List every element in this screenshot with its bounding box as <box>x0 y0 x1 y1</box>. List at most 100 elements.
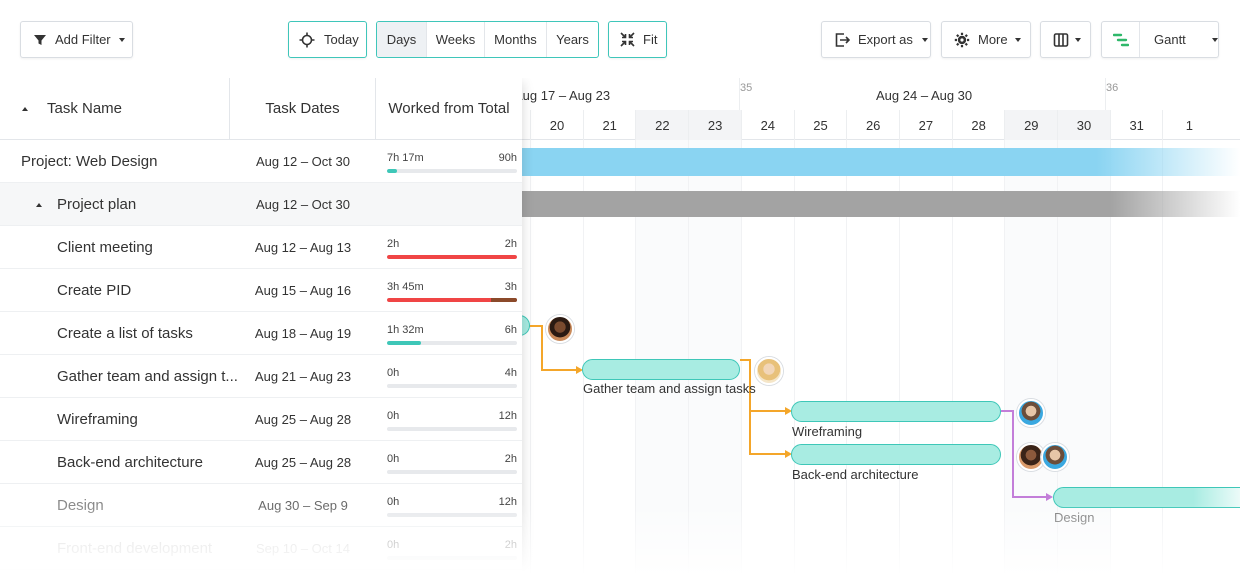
worked-value: 3h 45m <box>387 281 424 293</box>
avatar[interactable] <box>1017 399 1045 427</box>
table-row[interactable]: Create a list of tasks Aug 18 – Aug 19 1h … <box>0 312 522 355</box>
worked-value: 0h <box>387 539 400 551</box>
progress-track <box>387 384 517 388</box>
table-row[interactable]: Gather team and assign t... Aug 21 – Aug … <box>0 355 522 398</box>
worked-progress: 3h 45m 3h <box>387 281 517 303</box>
chevron-down-icon <box>1014 37 1021 42</box>
task-name-header[interactable]: Task Name <box>0 78 230 140</box>
task-dates: Aug 18 – Aug 19 <box>254 326 352 341</box>
avatar[interactable] <box>755 357 783 385</box>
task-name-header-label: Task Name <box>47 100 123 117</box>
progress-track <box>387 470 517 474</box>
worked-progress: 0h 2h <box>387 453 517 475</box>
chevron-down-icon <box>1075 37 1081 42</box>
task-bar-gather-team[interactable] <box>582 359 740 380</box>
worked-value: 0h <box>387 410 400 422</box>
timeline: Aug 17 – Aug 23 35 Aug 24 – Aug 30 36 20… <box>506 78 1240 573</box>
fit-button[interactable]: Fit <box>608 21 667 58</box>
filter-icon <box>33 33 47 47</box>
task-name: Create PID <box>57 282 132 299</box>
task-bar-label: Design <box>1054 510 1095 525</box>
total-value: 90h <box>498 152 517 164</box>
chevron-down-icon <box>1211 37 1218 42</box>
progress-track <box>387 255 517 259</box>
worked-progress: 0h 12h <box>387 410 517 432</box>
table-row[interactable]: Design Aug 30 – Sep 9 0h 12h <box>0 484 522 527</box>
scale-days-label: Days <box>386 32 417 47</box>
add-filter-button[interactable]: Add Filter <box>20 21 133 58</box>
view-switcher-button[interactable]: Gantt <box>1101 21 1219 58</box>
table-row[interactable]: Project: Web Design Aug 12 – Oct 30 7h 17m… <box>0 140 522 183</box>
worked-value: 0h <box>387 496 400 508</box>
task-name: Gather team and assign t... <box>57 368 238 385</box>
table-row[interactable]: Project plan Aug 12 – Oct 30 <box>0 183 522 226</box>
task-dates-header[interactable]: Task Dates <box>230 78 376 140</box>
scale-weeks-label: Weeks <box>435 32 476 47</box>
worked-progress: 0h 4h <box>387 367 517 389</box>
scale-years-button[interactable]: Years <box>546 22 598 57</box>
task-bar-wireframing[interactable] <box>791 401 1001 422</box>
collapse-icon[interactable] <box>36 203 42 207</box>
export-label: Export as <box>858 32 913 47</box>
progress-fill <box>387 169 398 173</box>
export-button[interactable]: Export as <box>821 21 931 58</box>
table-row[interactable]: Front-end development Sep 10 – Oct 14 0h 2h <box>0 527 522 570</box>
total-value: 3h <box>504 281 517 293</box>
view-label: Gantt <box>1154 32 1186 47</box>
table-row[interactable]: Back-end architecture Aug 25 – Aug 28 0h 2h <box>0 441 522 484</box>
today-button[interactable]: Today <box>288 21 367 58</box>
task-dates: Aug 21 – Aug 23 <box>254 369 352 384</box>
columns-button[interactable] <box>1040 21 1091 58</box>
task-name: Design <box>57 497 104 514</box>
task-dates: Aug 12 – Aug 13 <box>254 240 352 255</box>
avatar[interactable] <box>546 315 574 343</box>
chevron-down-icon <box>118 37 125 42</box>
table-row[interactable]: Wireframing Aug 25 – Aug 28 0h 12h <box>0 398 522 441</box>
task-bar-backend[interactable] <box>791 444 1001 465</box>
task-dates: Aug 25 – Aug 28 <box>254 412 352 427</box>
worked-header[interactable]: Worked from Total <box>376 78 522 140</box>
task-dates: Aug 12 – Oct 30 <box>256 197 350 212</box>
crosshair-icon <box>299 32 315 48</box>
task-dates: Sep 10 – Oct 14 <box>256 541 350 556</box>
task-dates: Aug 25 – Aug 28 <box>254 455 352 470</box>
worked-progress: 0h 2h <box>387 539 517 561</box>
compress-icon <box>620 32 635 47</box>
scale-months-button[interactable]: Months <box>484 22 546 57</box>
table-row[interactable]: Create PID Aug 15 – Aug 16 3h 45m 3h <box>0 269 522 312</box>
worked-header-label: Worked from Total <box>388 100 510 117</box>
scale-weeks-button[interactable]: Weeks <box>426 22 484 57</box>
progress-overrun <box>491 298 517 302</box>
collapse-all-icon[interactable] <box>22 106 28 111</box>
fit-label: Fit <box>643 32 658 47</box>
scale-days-button[interactable]: Days <box>377 22 426 57</box>
worked-progress: 7h 17m 90h <box>387 152 517 174</box>
scale-months-label: Months <box>494 32 537 47</box>
progress-track <box>387 298 517 302</box>
worked-value: 1h 32m <box>387 324 424 336</box>
scale-years-label: Years <box>556 32 589 47</box>
table-row[interactable]: Client meeting Aug 12 – Aug 13 2h 2h <box>0 226 522 269</box>
progress-track <box>387 427 517 431</box>
worked-value: 7h 17m <box>387 152 424 164</box>
total-value: 12h <box>498 496 517 508</box>
task-dates-header-label: Task Dates <box>265 100 340 117</box>
columns-icon <box>1053 32 1069 48</box>
more-button[interactable]: More <box>941 21 1031 58</box>
task-dates: Aug 15 – Aug 16 <box>254 283 352 298</box>
task-bar-label: Back-end architecture <box>792 467 919 482</box>
total-value: 2h <box>504 238 517 250</box>
total-value: 6h <box>504 324 517 336</box>
task-bar-design[interactable] <box>1053 487 1240 508</box>
task-name: Project: Web Design <box>21 153 158 170</box>
avatar[interactable] <box>1041 443 1069 471</box>
task-name: Client meeting <box>57 239 153 256</box>
task-grid: Task Name Task Dates Worked from Total P… <box>0 78 522 573</box>
total-value: 2h <box>504 453 517 465</box>
export-icon <box>834 32 850 48</box>
progress-fill <box>387 341 421 345</box>
task-name: Create a list of tasks <box>57 325 193 342</box>
worked-progress: 1h 32m 6h <box>387 324 517 346</box>
progress-track <box>387 556 517 560</box>
add-filter-label: Add Filter <box>55 32 111 47</box>
